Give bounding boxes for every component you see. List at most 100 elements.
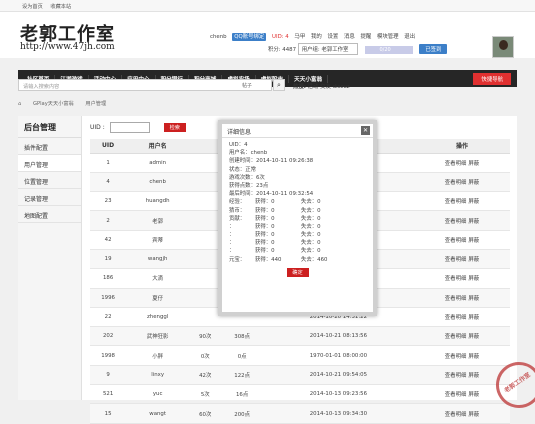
column-header-3[interactable]: [189, 139, 222, 154]
block-user-link[interactable]: 屏蔽: [468, 161, 479, 167]
view-details-link[interactable]: 查看明细: [445, 296, 467, 302]
breadcrumb-item-plugin[interactable]: GPlay天天小富翁: [33, 101, 74, 107]
dialog-stat-lost: 失去：0: [301, 215, 321, 222]
dialog-stat-row: ： 获得：0 失去：0: [229, 231, 366, 239]
dialog-field-value: 2014-10-11 09:32:54: [255, 191, 314, 198]
uid-filter-input[interactable]: [109, 122, 150, 133]
dialog-stat-label: ：: [229, 248, 235, 255]
block-user-link[interactable]: 屏蔽: [468, 276, 479, 282]
view-details-link[interactable]: 查看明细: [445, 315, 467, 321]
block-user-link[interactable]: 屏蔽: [468, 257, 479, 263]
cell-username: huangdh: [126, 191, 190, 212]
view-details-link[interactable]: 查看明细: [445, 199, 467, 205]
user-stats-bar: 积分: 4487 用户组: 老郭工作室 0/20 已签到: [268, 43, 448, 55]
view-details-link[interactable]: 查看明细: [445, 276, 467, 282]
block-user-link[interactable]: 屏蔽: [468, 412, 479, 418]
cell-username: zhenggl: [126, 307, 190, 328]
view-details-link[interactable]: 查看明细: [445, 392, 467, 398]
hot-search-terms[interactable]: 活动 交友 discuz: [308, 84, 350, 90]
set-home-link[interactable]: 设为首页: [22, 4, 43, 10]
bookmark-link[interactable]: 收藏本站: [50, 4, 71, 10]
search-uid-button[interactable]: 检索: [163, 123, 186, 132]
view-details-link[interactable]: 查看明细: [445, 161, 467, 167]
view-details-link[interactable]: 查看明细: [445, 180, 467, 186]
block-user-link[interactable]: 屏蔽: [468, 354, 479, 360]
dialog-field: 状态：正常: [229, 166, 366, 174]
column-header-uid[interactable]: UID: [90, 139, 127, 154]
cell-col3: [189, 307, 222, 328]
username-link[interactable]: chenb: [210, 34, 227, 40]
block-user-link[interactable]: 屏蔽: [468, 315, 479, 321]
user-link-modules[interactable]: 模块管理: [377, 34, 399, 40]
block-user-link[interactable]: 屏蔽: [468, 334, 479, 340]
table-row: 15 wangt 60次 200点 2014-10-13 09:34:30 查看明细 屏蔽: [90, 403, 510, 424]
cell-uid: 202: [90, 326, 127, 347]
sidebar-item-location-management[interactable]: 位置管理: [18, 172, 81, 189]
cell-username: chenb: [126, 172, 190, 193]
cell-last-time: 2014-10-21 09:54:05: [262, 365, 414, 386]
dialog-field: 创建时间：2014-10-11 09:26:38: [229, 157, 366, 165]
cell-col3: [189, 288, 222, 308]
home-icon[interactable]: ⌂: [18, 101, 21, 107]
dialog-stat-label: 贡献：: [229, 215, 246, 222]
block-user-link[interactable]: 屏蔽: [468, 219, 479, 225]
cell-username: 夏仔: [126, 288, 190, 308]
dialog-stat-label: ：: [229, 240, 235, 247]
dialog-field-value: 6次: [255, 174, 265, 181]
dialog-stat-lost: 失去：460: [301, 256, 328, 263]
points-label[interactable]: 积分: 4487: [268, 47, 296, 53]
block-user-link[interactable]: 屏蔽: [468, 373, 479, 379]
qq-bind-button[interactable]: QQ账号绑定: [232, 33, 267, 41]
view-details-link[interactable]: 查看明细: [445, 238, 467, 244]
cell-col3: 5次: [189, 384, 222, 405]
view-details-link[interactable]: 查看明细: [445, 412, 467, 418]
block-user-link[interactable]: 屏蔽: [468, 180, 479, 186]
sidebar-item-record-management[interactable]: 记录管理: [18, 189, 81, 206]
cell-actions: 查看明细 屏蔽: [413, 249, 510, 270]
sidebar-item-user-management[interactable]: 用户管理: [18, 155, 81, 172]
close-icon[interactable]: ✕: [361, 126, 370, 135]
uid-label: UID: 4: [272, 34, 289, 40]
dialog-field: 获得点数：23点: [229, 182, 366, 190]
column-header-username[interactable]: 用户名: [126, 139, 190, 154]
avatar[interactable]: [492, 36, 514, 58]
view-details-link[interactable]: 查看明细: [445, 257, 467, 263]
user-link-mine[interactable]: 我的: [311, 34, 322, 40]
detail-dialog: 详细信息 ✕ UID：4 用户名：chenb 创建时间：2014-10-11 09:…: [218, 120, 377, 316]
dialog-stat-row: ： 获得：0 失去：0: [229, 239, 366, 247]
user-link-reminders[interactable]: 提醒: [360, 34, 371, 40]
dialog-ok-button[interactable]: 确定: [286, 267, 309, 277]
cell-col4: 122点: [221, 365, 263, 386]
view-details-link[interactable]: 查看明细: [445, 219, 467, 225]
cell-uid: 1: [90, 153, 127, 173]
view-details-link[interactable]: 查看明细: [445, 373, 467, 379]
user-group-label[interactable]: 用户组: 老郭工作室: [297, 43, 358, 55]
user-bar: chenb QQ账号绑定 UID: 4 马甲 我的 设置 消息 提醒 模块管理 …: [210, 32, 419, 41]
dialog-stat-lost: 失去：0: [301, 240, 321, 247]
level-progress-bar: 0/20: [365, 45, 414, 54]
search-input[interactable]: 请输入搜索内容: [18, 79, 272, 91]
cell-uid: 2: [90, 210, 127, 231]
view-details-link[interactable]: 查看明细: [445, 354, 467, 360]
block-user-link[interactable]: 屏蔽: [468, 296, 479, 302]
cell-uid: 521: [90, 384, 127, 405]
sidebar-item-plugin-config[interactable]: 插件配置: [18, 138, 81, 155]
sidebar-item-map-config[interactable]: 地图配置: [18, 206, 81, 223]
user-link-majia[interactable]: 马甲: [294, 34, 305, 40]
user-link-messages[interactable]: 消息: [344, 34, 355, 40]
search-category-select[interactable]: 帖子: [242, 82, 252, 89]
block-user-link[interactable]: 屏蔽: [468, 199, 479, 205]
user-link-logout[interactable]: 退出: [404, 34, 415, 40]
block-user-link[interactable]: 屏蔽: [468, 392, 479, 398]
view-details-link[interactable]: 查看明细: [445, 334, 467, 340]
search-button[interactable]: ⌕: [273, 79, 285, 91]
cell-col3: [189, 210, 222, 231]
table-row: 9 linxy 42次 122点 2014-10-21 09:54:05 查看明细 屏蔽: [90, 365, 510, 386]
cell-username: 老郭: [126, 210, 190, 231]
signed-in-button[interactable]: 已签到: [419, 44, 448, 54]
logo-url: http://www.47jh.com: [20, 42, 115, 52]
cell-col3: [189, 268, 222, 289]
breadcrumb-item-current: 用户管理: [85, 101, 107, 107]
user-link-settings[interactable]: 设置: [327, 34, 338, 40]
block-user-link[interactable]: 屏蔽: [468, 238, 479, 244]
